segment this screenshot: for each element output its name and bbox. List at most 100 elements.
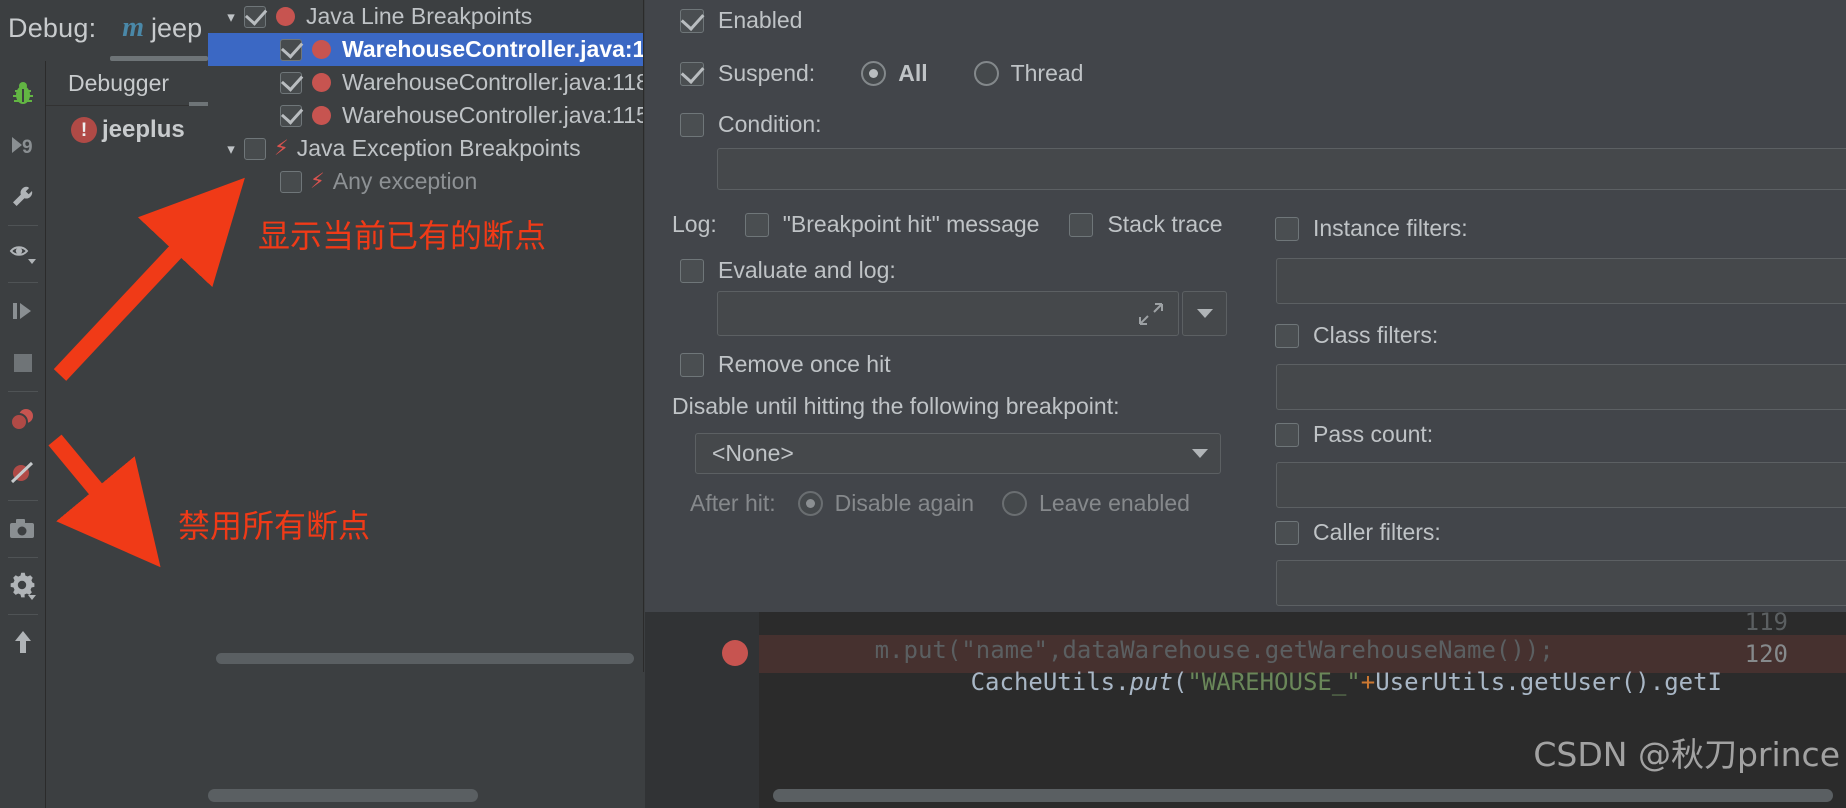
csdn-watermark: CSDN @秋刀prince: [1533, 735, 1840, 774]
code-tail: UserUtils.getUser().getI: [1375, 668, 1722, 696]
breakpoints-icon[interactable]: [0, 394, 46, 446]
tree-group-java-exception-breakpoints[interactable]: ▾ ⚡ Java Exception Breakpoints: [208, 132, 643, 165]
stop-icon[interactable]: [0, 337, 46, 389]
pass-count-input[interactable]: [1276, 462, 1846, 508]
condition-input[interactable]: [717, 148, 1846, 190]
instance-filters-input[interactable]: [1276, 258, 1846, 304]
radio-all-icon[interactable]: [861, 61, 887, 86]
wrench-icon[interactable]: [0, 171, 46, 223]
run-configuration-selector[interactable]: m jeep: [122, 12, 202, 44]
camera-icon[interactable]: [0, 503, 46, 555]
tree-item-breakpoint[interactable]: WarehouseController.java:120: [208, 33, 643, 66]
evaluate-and-log-label: Evaluate and log:: [718, 257, 896, 283]
caller-filters-input[interactable]: [1276, 560, 1846, 606]
group-checkbox[interactable]: [244, 5, 266, 28]
stack-trace-checkbox-group[interactable]: Stack trace: [1069, 211, 1223, 238]
enabled-checkbox[interactable]: [680, 8, 704, 33]
editor-horizontal-scrollbar[interactable]: [773, 789, 1833, 802]
after-hit-label: After hit:: [690, 490, 776, 516]
log-row: Log: "Breakpoint hit" message Stack trac…: [672, 211, 1223, 238]
log-message-checkbox[interactable]: [744, 212, 769, 237]
toolbar-separator: [7, 614, 38, 615]
suspend-thread-radio[interactable]: Thread: [973, 60, 1084, 87]
evaluate-and-log-dropdown[interactable]: [1182, 291, 1227, 336]
breakpoint-checkbox[interactable]: [280, 38, 302, 61]
annotation-note-bottom: 禁用所有断点: [178, 507, 371, 545]
tree-group-java-line-breakpoints[interactable]: ▾ Java Line Breakpoints: [208, 0, 643, 33]
tree-item-any-exception[interactable]: ⚡ Any exception: [208, 165, 643, 198]
evaluate-and-log-checkbox[interactable]: [680, 258, 704, 283]
stack-trace-checkbox[interactable]: [1069, 212, 1094, 237]
tab-debugger[interactable]: Debugger: [46, 70, 169, 97]
chevron-down-icon[interactable]: ▾: [218, 8, 244, 26]
radio-disable-again-icon[interactable]: [797, 491, 823, 516]
class-filters-row[interactable]: Class filters:: [1275, 322, 1438, 349]
screenshot-root: Debug: m jeep 9 Debugger ! jeeplus ▾ Jav…: [0, 0, 1846, 808]
tree-item-breakpoint[interactable]: WarehouseController.java:115: [208, 99, 643, 132]
chevron-down-icon[interactable]: [1192, 449, 1208, 458]
pin-icon[interactable]: [0, 617, 46, 669]
condition-checkbox[interactable]: [680, 112, 704, 137]
debugger-panel: Debugger ! jeeplus: [46, 61, 208, 808]
annotation-note-top: 显示当前已有的断点: [258, 217, 547, 255]
caller-filters-checkbox[interactable]: [1275, 520, 1299, 545]
suspend-checkbox[interactable]: [680, 61, 704, 86]
tree-group-label: Java Exception Breakpoints: [296, 135, 581, 161]
line-number: 120: [1744, 640, 1788, 668]
remove-once-hit-checkbox[interactable]: [680, 352, 704, 377]
suspend-row[interactable]: Suspend: All Thread: [680, 60, 1083, 87]
after-hit-leave-enabled-radio[interactable]: Leave enabled: [1002, 490, 1190, 517]
group-checkbox[interactable]: [244, 137, 266, 160]
suspend-all-label: All: [898, 60, 928, 86]
gear-icon[interactable]: [0, 560, 46, 612]
breakpoint-checkbox[interactable]: [280, 104, 302, 127]
breakpoint-checkbox[interactable]: [280, 170, 302, 193]
instance-filters-row[interactable]: Instance filters:: [1275, 215, 1468, 242]
suspend-thread-label: Thread: [1010, 60, 1084, 86]
run-configuration-name: jeep: [151, 12, 203, 43]
radio-thread-icon[interactable]: [973, 61, 999, 86]
debug-toolwindow-header: Debug: m jeep: [0, 0, 208, 56]
thread-list-item[interactable]: ! jeeplus: [46, 106, 208, 154]
condition-row[interactable]: Condition:: [680, 111, 822, 138]
chevron-down-icon[interactable]: [1196, 309, 1213, 318]
breakpoints-tree[interactable]: ▾ Java Line Breakpoints WarehouseControl…: [208, 0, 644, 672]
evaluate-and-log-input-group[interactable]: [717, 291, 1227, 336]
breakpoints-dialog: ▾ Java Line Breakpoints WarehouseControl…: [208, 0, 1846, 808]
tree-item-breakpoint[interactable]: WarehouseController.java:118: [208, 66, 643, 99]
caller-filters-row[interactable]: Caller filters:: [1275, 519, 1441, 546]
breakpoint-settings-pane: Enabled Suspend: All Thread Condition: L…: [645, 0, 1846, 612]
suspend-all-radio[interactable]: All: [861, 60, 928, 87]
rerun-icon[interactable]: 9: [0, 119, 46, 171]
breakpoint-label: WarehouseController.java:115: [342, 102, 644, 128]
log-message-checkbox-group[interactable]: "Breakpoint hit" message: [744, 211, 1040, 238]
pass-count-row[interactable]: Pass count:: [1275, 421, 1433, 448]
tree-horizontal-scrollbar[interactable]: [216, 653, 634, 664]
enabled-row[interactable]: Enabled: [680, 7, 802, 34]
remove-once-hit-row[interactable]: Remove once hit: [680, 351, 891, 378]
pass-count-checkbox[interactable]: [1275, 422, 1299, 447]
disable-until-dropdown[interactable]: <None>: [695, 433, 1221, 474]
class-filters-input[interactable]: [1276, 364, 1846, 410]
breakpoint-dot-icon: [276, 7, 295, 26]
class-filters-checkbox[interactable]: [1275, 323, 1299, 348]
resume-icon[interactable]: [0, 285, 46, 337]
after-hit-disable-again-radio[interactable]: Disable again: [797, 490, 974, 517]
after-hit-row: After hit: Disable again Leave enabled: [690, 490, 1190, 517]
breakpoint-label: WarehouseController.java:118: [342, 69, 644, 95]
code-editor[interactable]: 119 120 m.put("name",dataWarehouse.getWa…: [645, 612, 1846, 808]
evaluate-and-log-input[interactable]: [717, 291, 1179, 336]
tree-pane-horizontal-scrollbar[interactable]: [208, 789, 478, 802]
mute-breakpoints-icon[interactable]: [0, 446, 46, 498]
log-message-label: "Breakpoint hit" message: [782, 211, 1040, 237]
toolbar-separator: [7, 282, 38, 283]
bug-icon[interactable]: [0, 67, 46, 119]
chevron-down-icon[interactable]: ▾: [218, 140, 244, 158]
evaluate-and-log-row[interactable]: Evaluate and log:: [680, 257, 896, 284]
instance-filters-checkbox[interactable]: [1275, 216, 1299, 241]
expand-diagonal-icon[interactable]: [1138, 301, 1164, 327]
eye-icon[interactable]: [0, 228, 46, 280]
radio-leave-enabled-icon[interactable]: [1002, 491, 1028, 516]
breakpoint-checkbox[interactable]: [280, 71, 302, 94]
editor-breakpoint-dot-icon[interactable]: [722, 640, 748, 666]
